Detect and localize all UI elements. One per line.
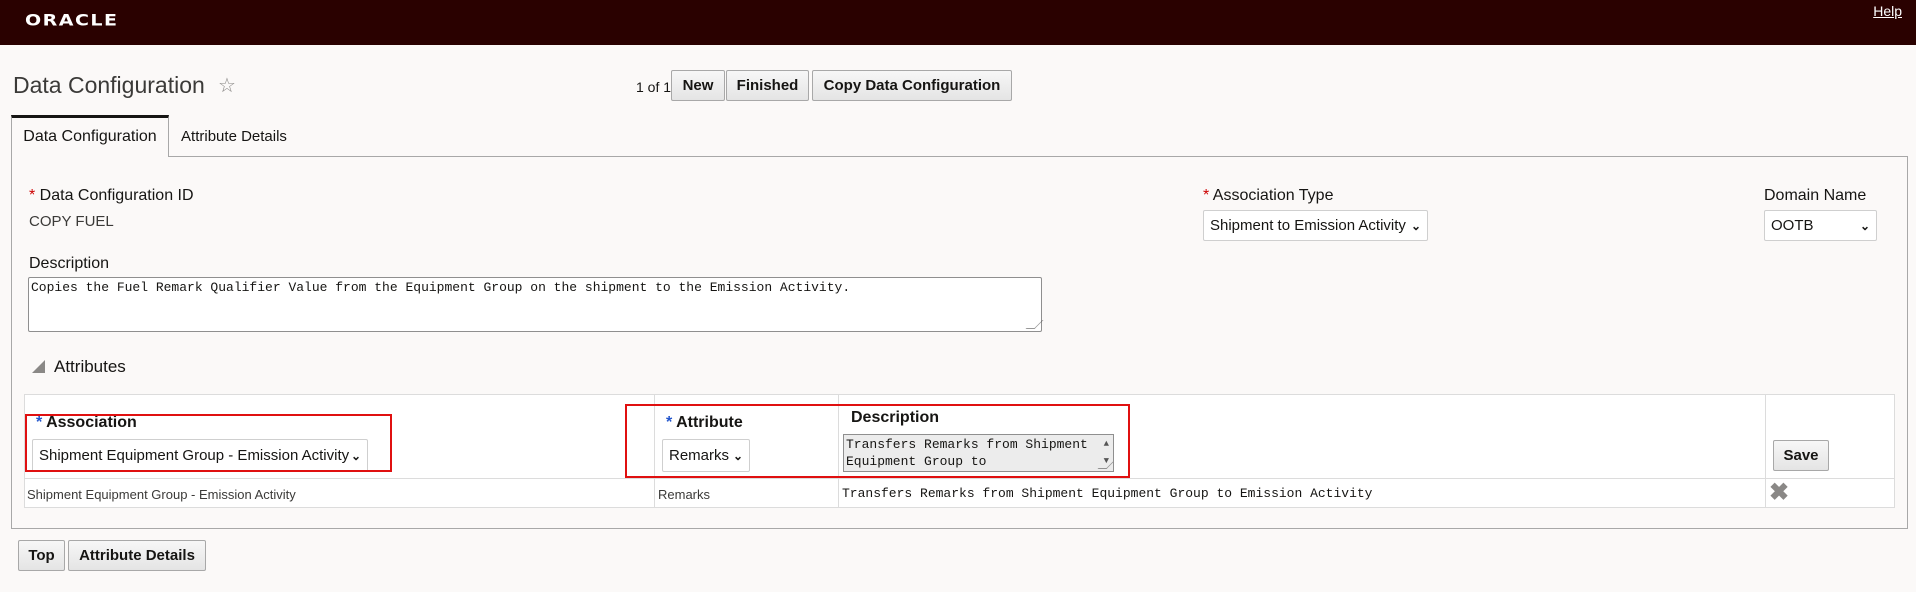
description-text: Copies the Fuel Remark Qualifier Value f… xyxy=(31,280,851,295)
finished-button[interactable]: Finished xyxy=(726,70,809,101)
association-type-label: * Association Type xyxy=(1203,187,1334,204)
delete-icon[interactable]: ✖ xyxy=(1769,478,1789,507)
help-link[interactable]: Help xyxy=(1873,3,1902,19)
tab-data-configuration[interactable]: Data Configuration xyxy=(11,115,169,157)
attributes-section-title: Attributes xyxy=(54,357,126,376)
domain-name-select[interactable]: OOTB ⌄ xyxy=(1764,210,1877,241)
page-title: Data Configuration xyxy=(13,72,205,98)
highlight-box-association xyxy=(25,414,392,472)
tab-attribute-details[interactable]: Attribute Details xyxy=(170,118,298,156)
row-attribute: Remarks xyxy=(658,487,711,502)
top-bar: ORACLE Help xyxy=(0,0,1916,45)
highlight-box-attribute-description xyxy=(625,404,1130,478)
association-type-select[interactable]: Shipment to Emission Activity ⌄ xyxy=(1203,210,1428,241)
data-configuration-id-value: COPY FUEL xyxy=(29,213,114,230)
required-indicator: * xyxy=(29,187,40,204)
row-description: Transfers Remarks from Shipment Equipmen… xyxy=(842,486,1373,501)
collapse-triangle-icon[interactable] xyxy=(32,360,45,373)
domain-name-value: OOTB xyxy=(1771,217,1814,234)
oracle-logo: ORACLE xyxy=(25,11,119,30)
save-button[interactable]: Save xyxy=(1773,440,1829,471)
resize-handle-icon[interactable] xyxy=(1025,320,1044,329)
column-divider xyxy=(1765,394,1766,508)
chevron-down-icon: ⌄ xyxy=(1859,219,1870,233)
row-association: Shipment Equipment Group - Emission Acti… xyxy=(27,487,296,502)
data-configuration-id-label: * Data Configuration ID xyxy=(29,187,194,204)
copy-data-configuration-button[interactable]: Copy Data Configuration xyxy=(812,70,1012,101)
pager: 1 of 1 xyxy=(636,79,672,95)
required-indicator: * xyxy=(1203,187,1213,204)
domain-name-label: Domain Name xyxy=(1764,187,1867,204)
description-textarea[interactable]: Copies the Fuel Remark Qualifier Value f… xyxy=(28,277,1044,332)
chevron-down-icon: ⌄ xyxy=(1410,219,1421,233)
row-divider xyxy=(24,478,1895,479)
description-label: Description xyxy=(29,255,110,272)
star-icon[interactable]: ☆ xyxy=(218,73,236,98)
association-type-value: Shipment to Emission Activity xyxy=(1210,217,1406,234)
attribute-details-button[interactable]: Attribute Details xyxy=(68,540,206,571)
top-button[interactable]: Top xyxy=(18,540,65,571)
new-button[interactable]: New xyxy=(671,70,725,101)
